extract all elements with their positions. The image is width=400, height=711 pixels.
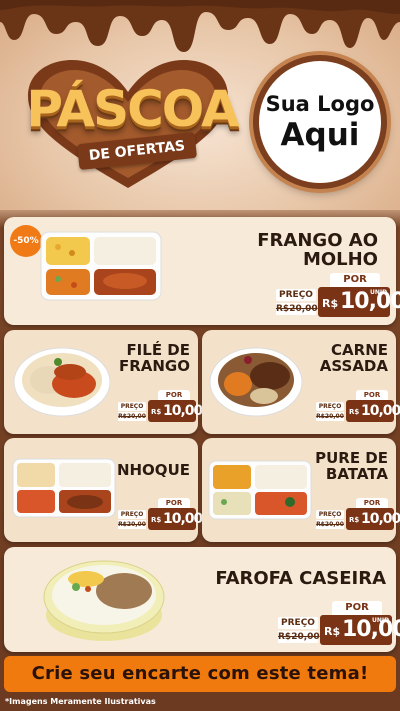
product-name-line-1: FRANGO AO xyxy=(257,230,378,251)
pascoa-logo: PÁSCOA DE OFERTAS xyxy=(8,58,248,193)
page-title: PÁSCOA xyxy=(26,80,239,138)
product-name: NHOQUE xyxy=(117,462,190,478)
price-value: 10,00 xyxy=(361,403,400,419)
product-name-line-1: FILÉ DE xyxy=(126,341,190,359)
preco-label: PREÇO xyxy=(118,510,146,519)
product-card-file-de-frango: FILÉ DE FRANGO POR PREÇO R$20,00 R$ 10,0… xyxy=(4,330,203,434)
footnote: *Imagens Meramente Ilustrativas xyxy=(5,697,156,706)
product-name: PURE DE BATATA xyxy=(315,449,388,484)
currency: R$ xyxy=(349,408,360,416)
currency: R$ xyxy=(322,297,339,310)
por-label: POR xyxy=(356,498,388,508)
new-price: R$ 10,00 UNID xyxy=(318,287,400,317)
price-value: 10,00 xyxy=(361,511,400,527)
logo-line-2: Aqui xyxy=(280,117,360,153)
old-price: R$20,00 xyxy=(316,412,344,421)
por-label: POR xyxy=(332,601,382,615)
price-tag: POR PREÇO R$20,00 R$ 10,00 xyxy=(118,390,203,424)
preco-label: PREÇO xyxy=(276,289,316,301)
food-image xyxy=(12,458,116,518)
old-price: R$20,00 xyxy=(316,520,344,529)
old-price: R$20,00 xyxy=(118,520,146,529)
food-image xyxy=(209,347,303,417)
por-label: POR xyxy=(158,390,190,400)
old-price: R$20,00 xyxy=(276,303,318,315)
price-value: 10,00 xyxy=(163,403,203,419)
chocolate-drip xyxy=(0,0,400,52)
product-name: FRANGO AO MOLHO xyxy=(257,231,378,270)
food-image xyxy=(13,347,111,417)
product-name: FILÉ DE FRANGO xyxy=(118,341,190,376)
product-name-line-2: ASSADA xyxy=(319,357,388,376)
currency: R$ xyxy=(151,516,162,524)
product-name-line-1: NHOQUE xyxy=(116,461,190,479)
food-image xyxy=(40,231,162,301)
preco-label: PREÇO xyxy=(278,617,318,629)
product-name-line-2: BATATA xyxy=(325,465,388,484)
preco-label: PREÇO xyxy=(316,510,344,519)
price-value: 10,00 xyxy=(163,511,203,527)
product-name-line-2: MOLHO xyxy=(302,249,378,271)
currency: R$ xyxy=(349,516,360,524)
por-label: POR xyxy=(356,390,388,400)
product-name-line-1: CARNE xyxy=(331,341,388,359)
price-tag: POR PREÇO R$20,00 R$ 10,00 UNID xyxy=(278,601,400,647)
currency: R$ xyxy=(324,625,341,638)
por-label: POR xyxy=(330,273,380,287)
new-price: R$ 10,00 xyxy=(148,508,203,530)
price-value: 10,00 xyxy=(342,617,400,642)
cta-banner[interactable]: Crie seu encarte com este tema! xyxy=(4,656,396,692)
price-tag: POR PREÇO R$20,00 R$ 10,00 xyxy=(118,498,203,532)
logo-line-1: Sua Logo xyxy=(265,92,375,116)
product-card-frango-ao-molho: -50% FRANGO AO MOLHO POR PREÇO R$20,00 R… xyxy=(4,217,400,325)
product-name-line-2: FRANGO xyxy=(118,357,190,376)
product-card-carne-assada: CARNE ASSADA POR PREÇO R$20,00 R$ 10,00 xyxy=(202,330,400,434)
new-price: R$ 10,00 xyxy=(346,508,400,530)
store-logo-placeholder: Sua Logo Aqui xyxy=(253,55,387,189)
new-price: R$ 10,00 xyxy=(148,400,203,422)
currency: R$ xyxy=(151,408,162,416)
food-image xyxy=(208,460,312,520)
unit-label: UNID xyxy=(372,617,390,624)
product-name: FAROFA CASEIRA xyxy=(215,568,386,589)
product-card-nhoque: NHOQUE POR PREÇO R$20,00 R$ 10,00 xyxy=(4,438,203,542)
new-price: R$ 10,00 UNID xyxy=(320,615,400,645)
food-image xyxy=(43,560,165,641)
new-price: R$ 10,00 xyxy=(346,400,400,422)
product-card-pure-de-batata: PURE DE BATATA POR PREÇO R$20,00 R$ 10,0… xyxy=(202,438,400,542)
price-tag: POR PREÇO R$20,00 R$ 10,00 xyxy=(316,498,400,532)
price-tag: POR PREÇO R$20,00 R$ 10,00 xyxy=(316,390,400,424)
flyer-page: PÁSCOA DE OFERTAS Sua Logo Aqui -50% FRA… xyxy=(0,0,400,711)
unit-label: UNID xyxy=(370,289,388,296)
product-name-line-1: PURE DE xyxy=(315,449,388,467)
product-name-line-1: FAROFA CASEIRA xyxy=(215,568,386,589)
por-label: POR xyxy=(158,498,190,508)
old-price: R$20,00 xyxy=(118,412,146,421)
product-name: CARNE ASSADA xyxy=(319,341,388,376)
discount-badge: -50% xyxy=(10,225,42,257)
old-price: R$20,00 xyxy=(278,631,320,643)
preco-label: PREÇO xyxy=(316,402,344,411)
preco-label: PREÇO xyxy=(118,402,146,411)
price-tag: POR PREÇO R$20,00 R$ 10,00 UNID xyxy=(276,273,400,319)
product-card-farofa-caseira: FAROFA CASEIRA POR PREÇO R$20,00 R$ 10,0… xyxy=(4,547,400,652)
